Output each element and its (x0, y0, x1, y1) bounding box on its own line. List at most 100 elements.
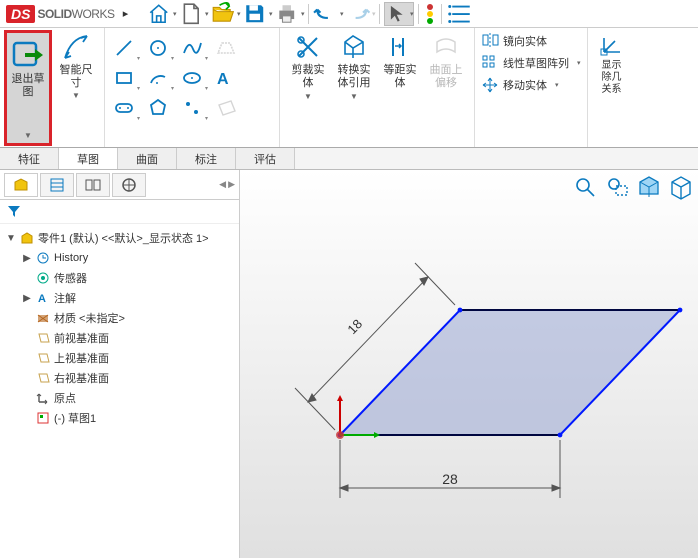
new-icon[interactable]: ▾ (178, 2, 208, 26)
tree-item-origin[interactable]: 原点 (18, 388, 237, 408)
tab-features[interactable]: 特征 (0, 148, 59, 169)
ellipse-icon[interactable]: ▾ (177, 64, 207, 92)
svg-text:A: A (217, 71, 229, 88)
view-orient-icon[interactable] (668, 174, 694, 200)
tree-body: ▼ 零件1 (默认) <<默认>_显示状态 1> ▶History 传感器 ▶A… (0, 224, 239, 558)
graphics-area[interactable]: 28 18 (240, 170, 698, 558)
tree-tab-feature[interactable] (4, 173, 38, 197)
svg-text:A: A (38, 293, 46, 305)
logo-works: WORKS (72, 7, 115, 21)
linear-pattern-label: 线性草图阵列 (503, 55, 569, 71)
text-icon[interactable]: A (211, 64, 241, 92)
tree-tabs-right-icon[interactable]: ▶ (228, 179, 235, 190)
convert-label: 转换实 体引用 (338, 64, 371, 90)
dim-width[interactable]: 28 (442, 471, 458, 487)
logo-ds: DS (6, 5, 35, 23)
modify-group: 剪裁实 体▼ 转换实 体引用▼ 等距实 体 曲面上 偏移 (280, 28, 475, 147)
point-icon[interactable]: ▾ (177, 94, 207, 122)
line-icon[interactable]: ▾ (109, 34, 139, 62)
ribbon: 退出草 图 ▼ 智能尺 寸 ▼ ▾ ▾ ▾ ▾ ▾ ▾ A ▾ ▾ (0, 28, 698, 148)
tree-root-label: 零件1 (默认) <<默认>_显示状态 1> (38, 230, 209, 246)
exit-sketch-button[interactable]: 退出草 图 ▼ (4, 30, 52, 146)
logo-solid: SOLID (37, 7, 71, 21)
tree-item-top-plane[interactable]: 上视基准面 (18, 348, 237, 368)
trim-button[interactable]: 剪裁实 体▼ (286, 32, 330, 101)
convert-button[interactable]: 转换实 体引用▼ (332, 32, 376, 101)
tree-item-sketch1[interactable]: (-) 草图1 (18, 408, 237, 428)
undo-icon[interactable]: ▾ (313, 2, 343, 26)
linear-pattern-button[interactable]: 线性草图阵列▾ (481, 54, 581, 72)
list-icon[interactable] (446, 2, 476, 26)
tree-label: 传感器 (54, 270, 87, 286)
tree-tab-config[interactable] (76, 173, 110, 197)
dim-height[interactable]: 18 (344, 316, 365, 337)
tree-item-material[interactable]: 材质 <未指定> (18, 308, 237, 328)
tab-sketch[interactable]: 草图 (59, 148, 118, 169)
offset-button[interactable]: 等距实 体 (378, 32, 422, 101)
view-controls (572, 174, 694, 200)
zoom-fit-icon[interactable] (572, 174, 598, 200)
tree-item-sensors[interactable]: 传感器 (18, 268, 237, 288)
tree-filter[interactable] (0, 200, 239, 224)
quick-access-toolbar: ▾ ▾ ▾ ▾ ▾ ▾ ▾ ▾ (146, 2, 476, 26)
tree-label: 前视基准面 (54, 330, 109, 346)
offset-label: 等距实 体 (384, 64, 417, 90)
tree-label: 上视基准面 (54, 350, 109, 366)
display-label: 显示 除几 关系 (602, 60, 622, 96)
move-button[interactable]: 移动实体▾ (481, 76, 581, 94)
tree-tab-property[interactable] (40, 173, 74, 197)
tree-label: History (54, 252, 88, 264)
title-dropdown-icon[interactable]: ▸ (120, 7, 130, 21)
plane-icon[interactable] (211, 94, 241, 122)
title-bar: DS SOLID WORKS ▸ ▾ ▾ ▾ ▾ ▾ ▾ ▾ ▾ (0, 0, 698, 28)
open-icon[interactable]: ▾ (210, 2, 240, 26)
display-group: 显示 除几 关系 (588, 28, 636, 147)
tree-item-annotations[interactable]: ▶A注解 (18, 288, 237, 308)
tree-label: 原点 (54, 390, 76, 406)
surface-label: 曲面上 偏移 (430, 64, 463, 90)
tree-item-right-plane[interactable]: 右视基准面 (18, 368, 237, 388)
spline-icon[interactable]: ▾ (177, 34, 207, 62)
workspace: ◀ ▶ ▼ 零件1 (默认) <<默认>_显示状态 1> ▶History 传感… (0, 170, 698, 558)
tab-annotate[interactable]: 标注 (177, 148, 236, 169)
trim-label: 剪裁实 体 (292, 64, 325, 90)
tree-label: 右视基准面 (54, 370, 109, 386)
section-view-icon[interactable] (636, 174, 662, 200)
mirror-button[interactable]: 镜向实体 (481, 32, 581, 50)
tree-root[interactable]: ▼ 零件1 (默认) <<默认>_显示状态 1> (2, 228, 237, 248)
tree-item-front-plane[interactable]: 前视基准面 (18, 328, 237, 348)
smart-dimension-button[interactable]: 智能尺 寸 ▼ (52, 30, 100, 118)
surface-offset-button[interactable]: 曲面上 偏移 (424, 32, 468, 101)
redo-icon[interactable]: ▾ (345, 2, 375, 26)
smart-dimension-label: 智能尺 寸 (60, 64, 93, 90)
exit-sketch-label: 退出草 图 (12, 73, 45, 99)
polygon-icon[interactable] (143, 94, 173, 122)
trapezoid-icon[interactable] (211, 34, 241, 62)
tree-tabs-left-icon[interactable]: ◀ (219, 179, 226, 190)
arc-icon[interactable]: ▾ (143, 64, 173, 92)
display-button[interactable]: 显示 除几 关系 (592, 30, 632, 98)
command-tabs: 特征 草图 曲面 标注 评估 (0, 148, 698, 170)
tree-tabs: ◀ ▶ (0, 170, 239, 200)
tab-evaluate[interactable]: 评估 (236, 148, 295, 169)
zoom-area-icon[interactable] (604, 174, 630, 200)
tree-item-history[interactable]: ▶History (18, 248, 237, 268)
move-label: 移动实体 (503, 77, 547, 93)
tree-label: 材质 <未指定> (54, 310, 125, 326)
home-icon[interactable]: ▾ (146, 2, 176, 26)
slot-icon[interactable]: ▾ (109, 94, 139, 122)
tree-label: (-) 草图1 (54, 410, 96, 426)
tab-surface[interactable]: 曲面 (118, 148, 177, 169)
rectangle-icon[interactable]: ▾ (109, 64, 139, 92)
select-icon[interactable]: ▾ (384, 2, 414, 26)
sketch-tools-group: ▾ ▾ ▾ ▾ ▾ ▾ A ▾ ▾ (105, 28, 280, 147)
print-icon[interactable]: ▾ (274, 2, 304, 26)
transform-group: 镜向实体 线性草图阵列▾ 移动实体▾ (475, 28, 588, 147)
circle-icon[interactable]: ▾ (143, 34, 173, 62)
traffic-light-icon (423, 3, 437, 25)
feature-tree-panel: ◀ ▶ ▼ 零件1 (默认) <<默认>_显示状态 1> ▶History 传感… (0, 170, 240, 558)
tree-tab-dim[interactable] (112, 173, 146, 197)
save-icon[interactable]: ▾ (242, 2, 272, 26)
tree-label: 注解 (54, 290, 76, 306)
mirror-label: 镜向实体 (503, 33, 547, 49)
